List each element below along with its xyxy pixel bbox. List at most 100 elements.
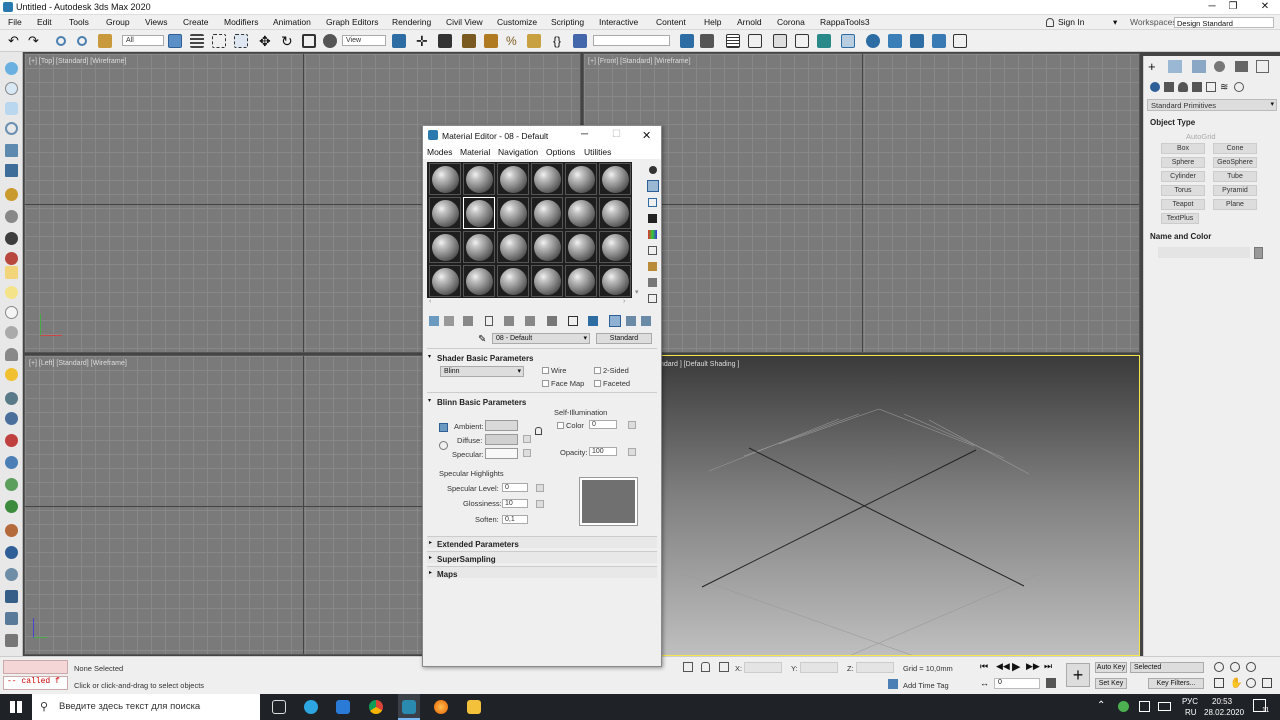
select-object-icon[interactable] xyxy=(168,34,182,48)
sphere-button[interactable]: Sphere xyxy=(1161,157,1205,168)
menu-civil-view[interactable]: Civil View xyxy=(446,17,483,27)
key-mode-icon[interactable]: ↔ xyxy=(980,678,989,688)
taskbar-search[interactable]: ⚲ Введите здесь текст для поиска xyxy=(32,694,260,720)
menu-scripting[interactable]: Scripting xyxy=(551,17,584,27)
pivot-center-icon[interactable] xyxy=(392,34,406,48)
firefox-icon[interactable] xyxy=(434,700,448,714)
material-sample-slot[interactable] xyxy=(429,265,461,297)
menu-file[interactable]: File xyxy=(8,17,22,27)
faceted-checkbox[interactable] xyxy=(594,380,601,387)
close-button[interactable]: ✕ xyxy=(642,129,651,142)
extended-parameters-rollout[interactable]: Extended Parameters xyxy=(427,536,657,549)
create-box-icon[interactable] xyxy=(5,62,18,75)
menu-options[interactable]: Options xyxy=(546,147,575,157)
create-sphere-icon[interactable] xyxy=(5,82,18,95)
specular-map-button[interactable] xyxy=(523,449,531,457)
cylinder-button[interactable]: Cylinder xyxy=(1161,171,1205,182)
helpers-icon[interactable] xyxy=(1206,82,1216,92)
menu-rappatools[interactable]: RappaTools3 xyxy=(820,17,870,27)
key-filters-button[interactable]: Key Filters... xyxy=(1148,678,1204,689)
edit-poly-icon[interactable] xyxy=(5,188,18,201)
material-editor-window[interactable]: Material Editor - 08 - Default ─ ☐ ✕ Mod… xyxy=(422,125,662,667)
name-and-color-header[interactable]: Name and Color xyxy=(1150,232,1211,241)
tube-button[interactable]: Tube xyxy=(1213,171,1257,182)
ellipse-object-icon[interactable] xyxy=(5,286,18,299)
curve-editor-icon[interactable] xyxy=(795,34,809,48)
show-end-result-icon[interactable] xyxy=(609,315,621,327)
sun-icon[interactable] xyxy=(5,368,18,381)
menu-utilities[interactable]: Utilities xyxy=(584,147,611,157)
object-name-field[interactable] xyxy=(1158,247,1250,258)
box-button[interactable]: Box xyxy=(1161,143,1205,154)
maximize-button[interactable]: ☐ xyxy=(612,129,621,140)
material-sample-slot[interactable] xyxy=(565,163,597,195)
put-to-library-icon[interactable] xyxy=(525,316,535,326)
scale-icon[interactable] xyxy=(302,34,316,48)
material-sample-slot[interactable] xyxy=(429,163,461,195)
dynamics-icon[interactable] xyxy=(5,434,18,447)
spacewarps-icon[interactable]: ≋ xyxy=(1220,82,1228,93)
face-map-checkbox[interactable] xyxy=(542,380,549,387)
bind-space-warp-icon[interactable] xyxy=(98,34,112,48)
angle-snap-icon[interactable] xyxy=(484,34,498,48)
glossiness-map-button[interactable] xyxy=(536,500,544,508)
menu-graph-editors[interactable]: Graph Editors xyxy=(326,17,378,27)
specular-level-spinner[interactable]: 0 xyxy=(502,483,528,492)
material-sample-slot[interactable] xyxy=(565,231,597,263)
maximize-button[interactable]: ❐ xyxy=(1226,1,1240,13)
link-icon[interactable] xyxy=(56,36,66,46)
category-dropdown[interactable]: Standard Primitives ▾ xyxy=(1147,99,1277,111)
viewport-label[interactable]: [+] [Top] [Standard] [Wireframe] xyxy=(29,58,126,65)
network-icon[interactable] xyxy=(1139,701,1150,712)
viewport-front[interactable]: [+] [Front] [Standard] [Wireframe] xyxy=(583,53,1140,353)
specular-level-map-button[interactable] xyxy=(536,484,544,492)
make-preview-icon[interactable] xyxy=(648,246,657,255)
viewport-label[interactable]: ndard ] [Default Shading ] xyxy=(660,361,739,368)
autogrid-checkbox[interactable]: AutoGrid xyxy=(1186,132,1216,141)
object-type-header[interactable]: Object Type xyxy=(1150,118,1195,127)
menu-views[interactable]: Views xyxy=(145,17,168,27)
tray-app-icon[interactable] xyxy=(1118,701,1129,712)
modify-tab-icon[interactable] xyxy=(1168,60,1182,73)
globe-icon[interactable] xyxy=(5,456,18,469)
unlink-icon[interactable] xyxy=(77,36,87,46)
selection-filter-dropdown[interactable]: All xyxy=(122,35,164,46)
zoom-extents-icon[interactable] xyxy=(1246,662,1256,672)
opacity-map-button[interactable] xyxy=(628,448,636,456)
paint-tool-icon[interactable] xyxy=(5,252,18,265)
maxscript-output[interactable]: -- called f xyxy=(3,676,68,690)
3ds-max-icon[interactable] xyxy=(402,700,416,714)
menu-modes[interactable]: Modes xyxy=(427,147,453,157)
clock-time[interactable]: 20:53 xyxy=(1212,697,1232,706)
plant-icon[interactable] xyxy=(5,500,18,513)
two-sided-checkbox[interactable] xyxy=(594,367,601,374)
show-shaded-icon[interactable] xyxy=(588,316,598,326)
lock-icon[interactable] xyxy=(701,662,710,672)
windows-start-icon[interactable] xyxy=(10,701,22,713)
lock-diffuse-specular-icon[interactable] xyxy=(439,441,448,450)
pan-icon[interactable]: ✋ xyxy=(1230,678,1242,689)
chevron-down-icon[interactable]: ▾ xyxy=(1113,17,1117,28)
material-sample-slot[interactable] xyxy=(497,197,529,229)
absolute-mode-icon[interactable] xyxy=(719,662,729,672)
menu-content[interactable]: Content xyxy=(656,17,686,27)
menu-animation[interactable]: Animation xyxy=(273,17,311,27)
helper-icon[interactable] xyxy=(5,412,18,425)
reset-map-icon[interactable] xyxy=(485,316,493,326)
x-coord-field[interactable] xyxy=(744,662,782,673)
material-editor-icon[interactable] xyxy=(841,34,855,48)
next-frame-icon[interactable]: ▶▶ xyxy=(1026,661,1040,672)
sign-in-button[interactable]: Sign In xyxy=(1058,17,1084,27)
file-explorer-icon[interactable] xyxy=(467,700,481,714)
isolate-icon[interactable] xyxy=(683,662,693,672)
create-tab-icon[interactable]: + xyxy=(1148,60,1156,73)
lock-ambient-diffuse-icon[interactable] xyxy=(439,423,448,432)
language-indicator[interactable]: РУС xyxy=(1182,697,1198,706)
lights-icon[interactable] xyxy=(1178,82,1188,92)
particle-icon[interactable] xyxy=(5,478,18,491)
material-sample-slot[interactable] xyxy=(565,265,597,297)
go-forward-sibling-icon[interactable] xyxy=(641,316,651,326)
cameras-icon[interactable] xyxy=(1192,82,1202,92)
menu-material[interactable]: Material xyxy=(460,147,490,157)
maxscript-listener[interactable] xyxy=(3,660,68,674)
